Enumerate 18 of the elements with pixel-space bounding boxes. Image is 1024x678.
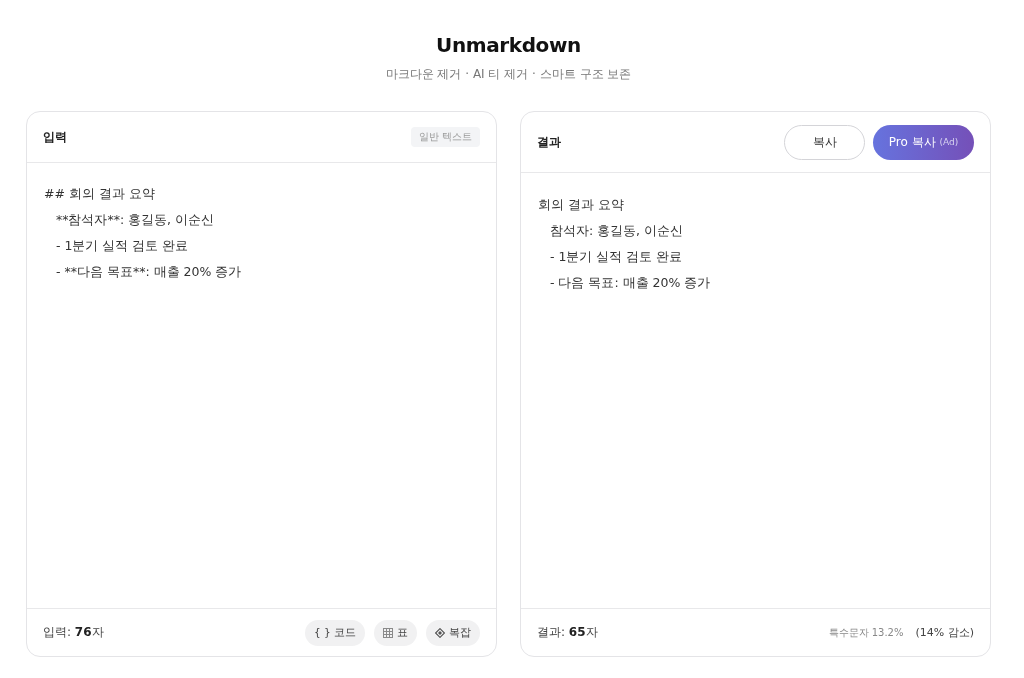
grid-icon [383,627,393,638]
input-panel-title: 입력 [43,128,67,146]
chip-code-button[interactable]: { } 코드 [304,619,365,646]
diamond-icon [435,627,445,638]
chip-complex-button[interactable]: 복잡 [426,619,480,646]
app-subtitle: 마크다운 제거 · AI 티 제거 · 스마트 구조 보존 [385,66,632,82]
app-title: Unmarkdown [436,32,581,59]
reduction-text: (14% 감소) [915,625,974,640]
chip-table-button[interactable]: 표 [374,619,417,646]
result-panel-title: 결과 [537,133,561,151]
result-char-count: 결과: 65자 [537,624,598,641]
text-type-badge: 일반 텍스트 [410,127,480,147]
pro-copy-button[interactable]: Pro 복사 (Ad) [873,124,974,160]
copy-button[interactable]: 복사 [784,124,865,160]
input-char-count: 입력: 76자 [43,624,104,641]
special-char-ratio: 특수문자 13.2% [828,625,904,640]
markdown-input-field[interactable]: ## 회의 결과 요약 **참석자**: 홍길동, 이순신 - 1분기 실적 검토 완료 - **다음 목표**: 매출 20% 증가 [27,163,496,608]
result-text: 회의 결과 요약 참석자: 홍길동, 이순신 - 1분기 실적 검토 완료 - 다음 목표: 매출 20% 증가 [538,196,711,292]
